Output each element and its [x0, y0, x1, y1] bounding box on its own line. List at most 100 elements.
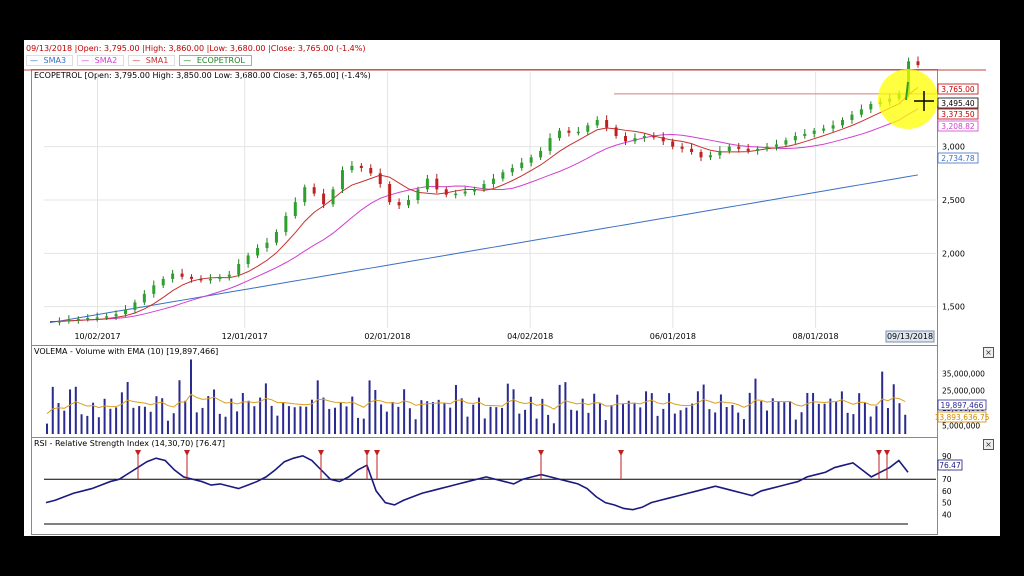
candle-body — [312, 187, 316, 194]
current-date-tag: 09/13/2018 — [885, 330, 935, 343]
candle-body — [850, 114, 854, 120]
candle-body — [407, 200, 411, 206]
candle-body — [529, 157, 533, 163]
candle-body — [76, 318, 80, 321]
sma2-line — [49, 108, 919, 323]
candle-body — [322, 193, 326, 205]
sma3-line — [49, 174, 919, 324]
candle-body — [265, 242, 269, 248]
candle-body — [784, 140, 788, 145]
candle-body — [340, 170, 344, 190]
candle-body — [633, 138, 637, 142]
highlight-circle — [878, 69, 938, 129]
candle-body — [642, 136, 646, 139]
price-y-tick: 2,500 — [942, 196, 965, 205]
candle-body — [284, 216, 288, 232]
volume-close-icon[interactable]: × — [983, 347, 994, 358]
candle-body — [576, 131, 580, 134]
candle-body — [859, 109, 863, 115]
candle-body — [435, 178, 439, 190]
candle-body — [397, 202, 401, 206]
candle-body — [708, 155, 712, 158]
candle-body — [727, 146, 731, 151]
candle-body — [199, 278, 203, 281]
candle-body — [586, 125, 590, 132]
candle-body — [473, 189, 477, 192]
candle-body — [718, 150, 722, 156]
candle-body — [133, 302, 137, 310]
value-label-text: 2,734.78 — [941, 154, 975, 163]
candle-body — [57, 321, 61, 323]
candle-body — [142, 293, 146, 303]
candle-body — [652, 136, 656, 138]
volume-panel-title: VOLEMA - Volume with EMA (10) [19,897,46… — [34, 347, 219, 356]
rsi-panel-title: RSI - Relative Strength Index (14,30,70)… — [34, 439, 226, 448]
candle-body — [274, 232, 278, 243]
candle-body — [831, 125, 835, 129]
candle-body — [86, 317, 90, 320]
candle-body — [256, 248, 260, 256]
candle-body — [699, 152, 703, 158]
candle-body — [378, 173, 382, 184]
value-label-text: 3,373.50 — [941, 110, 975, 119]
candle-body — [359, 165, 363, 168]
candle-body — [595, 120, 599, 126]
candle-body — [557, 130, 561, 139]
price-x-tick: 10/02/2017 — [74, 332, 120, 341]
candle-body — [539, 150, 543, 158]
candle-body — [510, 168, 514, 173]
candle-body — [190, 276, 194, 279]
candle-body — [105, 316, 109, 318]
candle-body — [463, 191, 467, 194]
candle-body — [454, 193, 458, 196]
price-x-tick: 12/01/2017 — [222, 332, 268, 341]
candle-body — [756, 148, 760, 151]
current-date-label: 09/13/2018 — [887, 332, 933, 341]
value-label-text: 3,765.00 — [941, 85, 975, 94]
candle-body — [331, 189, 335, 205]
candle-body — [350, 165, 354, 171]
candle-body — [114, 314, 118, 317]
volume-panel[interactable]: VOLEMA - Volume with EMA (10) [19,897,46… — [31, 345, 938, 439]
price-y-tick: 2,000 — [942, 249, 965, 258]
candle-body — [123, 309, 127, 315]
candle-body — [491, 178, 495, 184]
candle-body — [548, 138, 552, 151]
candle-body — [180, 273, 184, 277]
candle-body — [425, 178, 429, 190]
candle-body — [161, 278, 165, 286]
candle-body — [793, 136, 797, 141]
value-label: 2,734.78 — [937, 152, 979, 164]
value-label-text: 3,208.82 — [941, 122, 975, 131]
candle-body — [737, 146, 741, 149]
candle-body — [774, 144, 778, 147]
candle-body — [822, 128, 826, 131]
candle-body — [605, 120, 609, 128]
candle-body — [152, 285, 156, 294]
candle-body — [501, 172, 505, 179]
candle-body — [293, 202, 297, 216]
candle-body — [661, 137, 665, 142]
candle-body — [369, 168, 373, 174]
candle-body — [218, 276, 222, 279]
price-y-tick: 3,000 — [942, 143, 965, 152]
candle-body — [520, 162, 524, 168]
chart-window: 09/13/2018 |Open: 3,795.00 |High: 3,860.… — [24, 40, 1000, 536]
price-x-tick: 08/01/2018 — [793, 332, 839, 341]
candle-body — [171, 273, 175, 279]
candle-body — [227, 274, 231, 277]
candle-body — [416, 189, 420, 200]
candle-body — [95, 317, 99, 319]
candle-body — [916, 61, 920, 66]
candles — [57, 56, 920, 326]
candle-body — [482, 184, 486, 190]
candle-body — [812, 130, 816, 134]
candle-body — [765, 146, 769, 149]
sma1-line — [49, 86, 919, 323]
rsi-close-icon[interactable]: × — [983, 439, 994, 450]
candle-body — [841, 120, 845, 126]
candle-body — [237, 264, 241, 275]
rsi-panel[interactable]: RSI - Relative Strength Index (14,30,70)… — [31, 437, 938, 535]
candle-body — [614, 127, 618, 136]
value-label: 3,373.50 — [937, 108, 979, 120]
